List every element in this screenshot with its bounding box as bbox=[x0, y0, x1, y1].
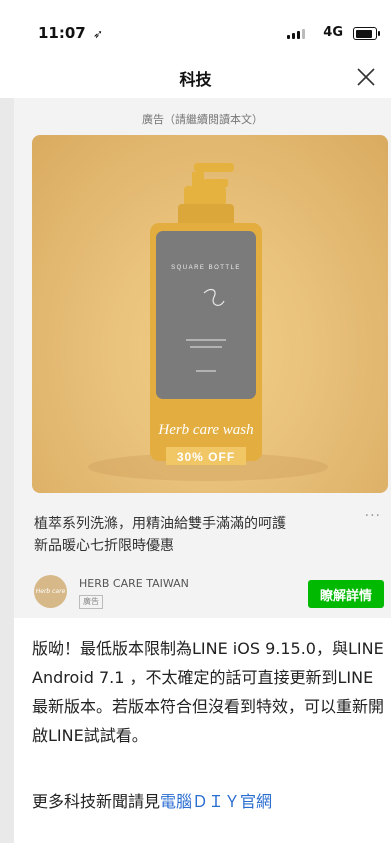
learn-more-button[interactable]: 瞭解詳情 bbox=[308, 580, 384, 608]
ad-image[interactable]: SQUARE BOTTLE Herb care wash 30% OFF bbox=[32, 135, 388, 493]
status-bar: 11:07 ➶ 4G bbox=[0, 0, 391, 58]
advertiser-name: HERB CARE TAIWAN bbox=[79, 577, 189, 590]
article-body: 版呦！最低版本限制為LINE iOS 9.15.0，與LINE Android … bbox=[32, 639, 385, 745]
advertiser-row: Herb care HERB CARE TAIWAN 廣告 瞭解詳情 bbox=[34, 575, 384, 611]
ad-caption-text: 植萃系列洗滌，用精油給雙手滿滿的呵護 新品暖心七折限時優惠 bbox=[34, 516, 286, 554]
status-time: 11:07 ➶ bbox=[38, 24, 103, 42]
ad-label: 廣告（請繼續閱讀本文） bbox=[142, 113, 263, 126]
network-type: 4G bbox=[323, 25, 343, 40]
battery-icon bbox=[353, 27, 380, 40]
more-icon[interactable]: ··· bbox=[365, 508, 381, 524]
ad-badge: 廣告 bbox=[79, 595, 103, 609]
ad-caption[interactable]: 植萃系列洗滌，用精油給雙手滿滿的呵護 新品暖心七折限時優惠 bbox=[34, 513, 334, 557]
discount-text: 30% OFF bbox=[177, 450, 235, 464]
signal-icon bbox=[287, 29, 305, 39]
bottle-heading: SQUARE BOTTLE bbox=[171, 265, 241, 271]
close-icon bbox=[357, 68, 375, 86]
avatar-text: Herb care bbox=[35, 588, 66, 595]
nav-bar: 科技 bbox=[0, 58, 391, 98]
more-prefix: 更多科技新聞請見 bbox=[32, 792, 161, 811]
avatar: Herb care bbox=[34, 575, 67, 608]
article-more-line: 更多科技新聞請見電腦ＤＩＹ官網 bbox=[32, 790, 272, 814]
script-text: Herb care wash bbox=[157, 422, 253, 438]
clock-text: 11:07 bbox=[38, 24, 86, 42]
page-title: 科技 bbox=[179, 70, 212, 89]
article: 版呦！最低版本限制為LINE iOS 9.15.0，與LINE Android … bbox=[14, 618, 391, 843]
bottle-illustration: SQUARE BOTTLE Herb care wash 30% OFF bbox=[88, 163, 328, 481]
diy-site-link[interactable]: 電腦ＤＩＹ官網 bbox=[160, 792, 272, 811]
close-button[interactable] bbox=[351, 62, 381, 92]
location-icon: ➶ bbox=[92, 27, 104, 41]
ad-card: 廣告（請繼續閱讀本文） SQUARE BOTTLE Herb care wash… bbox=[14, 98, 391, 618]
